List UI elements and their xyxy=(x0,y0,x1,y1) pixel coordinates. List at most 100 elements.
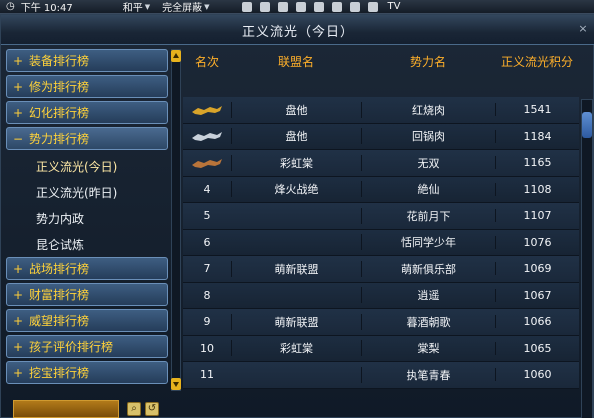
chat-icon[interactable] xyxy=(241,1,252,12)
table-row[interactable]: 4 烽火战绝 絶仙 1108 xyxy=(183,176,579,203)
gold-medal-icon xyxy=(192,105,222,115)
rank-cell: 9 xyxy=(203,315,211,329)
block-mode-label: 完全屏蔽 xyxy=(162,3,203,14)
force-cell: 恬同学少年 xyxy=(361,234,495,251)
score-cell: 1065 xyxy=(495,341,579,355)
expand-icon: + xyxy=(12,365,24,380)
alliance-cell: 萌新联盟 xyxy=(231,260,361,277)
nav-category-expanded[interactable]: − 势力排行榜 xyxy=(6,127,168,150)
search-icon[interactable]: ⌕ xyxy=(127,402,141,416)
force-cell: 逍遥 xyxy=(361,287,495,304)
nav-category[interactable]: + 装备排行榜 xyxy=(6,49,168,72)
refresh-icon[interactable]: ↺ xyxy=(145,402,159,416)
nav-category[interactable]: + 威望排行榜 xyxy=(6,309,168,332)
rank-cell: 10 xyxy=(200,341,214,355)
battery-icon[interactable] xyxy=(349,1,360,12)
table-row[interactable]: 彩虹棠 无双 1165 xyxy=(183,150,579,177)
table-row[interactable]: 11 执笔青春 1060 xyxy=(183,362,579,389)
force-cell: 执笔青春 xyxy=(361,366,495,383)
scroll-down-icon[interactable] xyxy=(171,378,181,390)
table-row[interactable]: 6 恬同学少年 1076 xyxy=(183,229,579,256)
alliance-cell: 盘他 xyxy=(231,101,361,118)
expand-icon: + xyxy=(12,105,24,120)
ranking-nav: + 装备排行榜 + 修为排行榜 + 幻化排行榜 − 势力排行榜 正义流光(今日) 正义流… xyxy=(6,49,182,399)
force-cell: 絶仙 xyxy=(361,181,495,198)
table-row[interactable]: 9 萌新联盟 暮酒朝歌 1066 xyxy=(183,309,579,336)
table-header: 名次 联盟名 势力名 正义流光积分 xyxy=(183,49,579,73)
block-mode-select[interactable]: 完全屏蔽 ▼ xyxy=(162,0,209,14)
header-force: 势力名 xyxy=(409,54,446,69)
nav-category[interactable]: + 挖宝排行榜 xyxy=(6,361,168,384)
title-bar: 正义流光（今日） × xyxy=(1,15,594,45)
score-cell: 1107 xyxy=(495,209,579,223)
score-cell: 1108 xyxy=(495,182,579,196)
table-row[interactable]: 盘他 回锅肉 1184 xyxy=(183,123,579,150)
rank-cell: 7 xyxy=(203,262,211,276)
nav-category[interactable]: + 修为排行榜 xyxy=(6,75,168,98)
score-cell: 1060 xyxy=(495,368,579,382)
rank-cell: 11 xyxy=(200,368,214,382)
score-cell: 1076 xyxy=(495,235,579,249)
nav-scrollbar[interactable] xyxy=(171,49,181,391)
bronze-medal-icon xyxy=(192,158,222,168)
chevron-down-icon: ▼ xyxy=(204,2,210,11)
clock-icon: ◷ xyxy=(6,1,15,12)
search-input[interactable] xyxy=(13,400,119,418)
nav-category-label: 势力排行榜 xyxy=(29,132,90,146)
expand-icon: + xyxy=(12,287,24,302)
nav-subitem-justice-yesterday[interactable]: 正义流光(昨日) xyxy=(6,179,168,205)
status-bar: ◷ 下午 10:47 和平 ▼ 完全屏蔽 ▼ TV xyxy=(0,0,594,14)
settings-icon[interactable] xyxy=(367,1,378,12)
header-rank: 名次 xyxy=(194,54,219,69)
nav-subitem-domestic[interactable]: 势力内政 xyxy=(6,205,168,231)
nav-category-label: 挖宝排行榜 xyxy=(29,366,90,380)
header-alliance: 联盟名 xyxy=(277,54,314,69)
force-cell: 无双 xyxy=(361,154,495,171)
rank-cell: 4 xyxy=(203,182,211,196)
collapse-icon: − xyxy=(12,131,24,146)
table-row[interactable]: 10 彩虹棠 棠梨 1065 xyxy=(183,335,579,362)
force-cell: 花前月下 xyxy=(361,207,495,224)
force-cell: 暮酒朝歌 xyxy=(361,313,495,330)
nav-category[interactable]: + 战场排行榜 xyxy=(6,257,168,280)
expand-icon: + xyxy=(12,313,24,328)
table-row[interactable]: 5 花前月下 1107 xyxy=(183,203,579,230)
rank-cell: 5 xyxy=(203,209,211,223)
nav-category[interactable]: + 财富排行榜 xyxy=(6,283,168,306)
scroll-up-icon[interactable] xyxy=(171,50,181,62)
score-cell: 1066 xyxy=(495,315,579,329)
nav-category-label: 威望排行榜 xyxy=(29,314,90,328)
rank-cell xyxy=(183,129,231,143)
expand-icon: + xyxy=(12,53,24,68)
camera-icon[interactable] xyxy=(277,1,288,12)
rank-cell xyxy=(183,156,231,170)
table-scrollbar[interactable] xyxy=(581,99,593,418)
nav-category-label: 修为排行榜 xyxy=(29,80,90,94)
tv-button[interactable]: TV xyxy=(388,1,401,12)
expand-icon: + xyxy=(12,339,24,354)
expand-icon: + xyxy=(12,79,24,94)
table-row[interactable]: 8 逍遥 1067 xyxy=(183,282,579,309)
people-icon[interactable] xyxy=(313,1,324,12)
score-cell: 1184 xyxy=(495,129,579,143)
ranking-window: 正义流光（今日） × + 装备排行榜 + 修为排行榜 + 幻化排行榜 − 势力排行榜 正… xyxy=(0,14,594,418)
time-label: 下午 10:47 xyxy=(20,3,73,14)
bag-icon[interactable] xyxy=(259,1,270,12)
nav-category[interactable]: + 幻化排行榜 xyxy=(6,101,168,124)
scroll-thumb[interactable] xyxy=(582,112,592,138)
nav-category-label: 财富排行榜 xyxy=(29,288,90,302)
alliance-cell: 烽火战绝 xyxy=(231,181,361,198)
chevron-down-icon: ▼ xyxy=(144,2,151,11)
window-title: 正义流光（今日） xyxy=(241,25,354,40)
server-select[interactable]: 和平 ▼ xyxy=(123,0,150,14)
close-button[interactable]: × xyxy=(577,23,589,35)
mail-icon[interactable] xyxy=(295,1,306,12)
table-body: 盘他 红烧肉 1541 盘他 回锅肉 1184 彩虹棠 无双 1165 4 烽火战绝 絶仙 1108 5 花… xyxy=(183,97,579,389)
signal-icon[interactable] xyxy=(331,1,342,12)
nav-subitem-kunlun[interactable]: 昆仑试炼 xyxy=(6,231,168,257)
nav-category[interactable]: + 孩子评价排行榜 xyxy=(6,335,168,358)
table-row[interactable]: 7 萌新联盟 萌新俱乐部 1069 xyxy=(183,256,579,283)
table-row[interactable]: 盘他 红烧肉 1541 xyxy=(183,97,579,124)
nav-subitem-justice-today[interactable]: 正义流光(今日) xyxy=(6,153,168,179)
rank-cell xyxy=(183,103,231,117)
